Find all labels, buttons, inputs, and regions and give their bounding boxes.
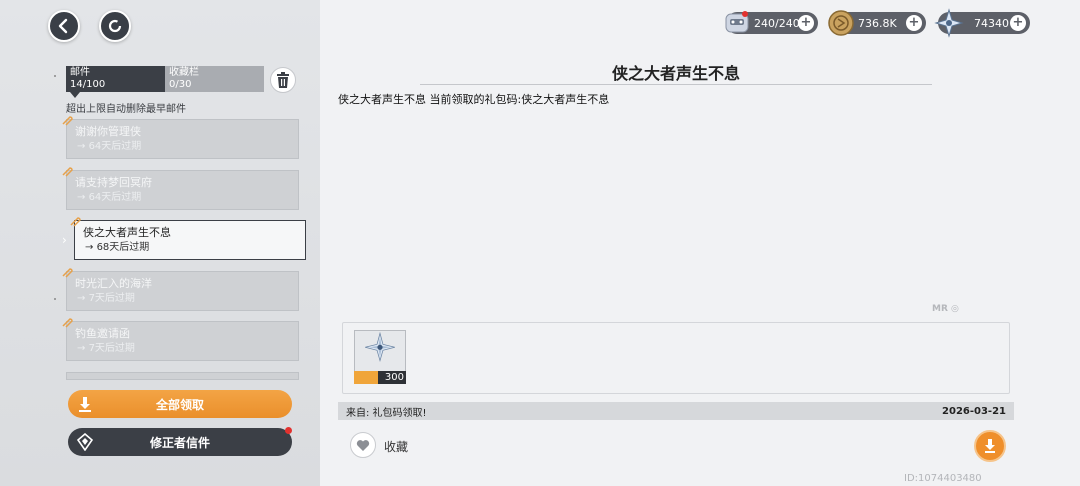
corrector-letter-button[interactable]: 修正者信件 [68, 428, 292, 456]
claim-attachment-button[interactable] [974, 430, 1006, 462]
add-stamina-button[interactable]: + [798, 15, 814, 31]
mail-item-expire: → 7天后过期 [77, 343, 135, 354]
mail-item-expire: → 64天后过期 [77, 141, 142, 152]
coin-value: 736.8K [858, 16, 897, 30]
stamina-notification-dot [742, 11, 748, 17]
favorite-button[interactable] [350, 432, 376, 458]
edge-dot [54, 298, 56, 300]
claim-all-label: 全部领取 [155, 397, 204, 412]
mail-list-item[interactable]: 谢谢你管理侠 → 64天后过期 [62, 116, 299, 159]
auto-delete-note: 超出上限自动删除最早邮件 [66, 104, 186, 115]
refresh-button[interactable] [99, 10, 131, 42]
edge-dot [54, 75, 56, 77]
tab-mail-label: 邮件 [70, 67, 90, 78]
mail-list-item-partial[interactable] [66, 372, 299, 380]
selected-chevron-icon: › [62, 233, 67, 247]
crystal-counter[interactable]: 74340 + [934, 8, 1030, 38]
mail-item-expire: → 64天后过期 [77, 192, 142, 203]
paperclip-icon [62, 318, 73, 328]
mail-list-item-selected[interactable]: 侠之大者声生不息 → 68天后过期 [70, 217, 306, 260]
attachment-count: 300 [378, 371, 406, 384]
refresh-icon [108, 19, 122, 33]
paperclip-icon [70, 217, 81, 227]
title-divider [420, 84, 932, 85]
paperclip-icon [62, 268, 73, 278]
tab-mail[interactable]: 邮件 14/100 [66, 66, 165, 92]
mail-item-title: 钓鱼邀请函 [75, 327, 130, 340]
tab-favorites[interactable]: 收藏栏 0/30 [165, 66, 264, 92]
publisher-logos: MR ◎ [932, 304, 959, 314]
stamina-value: 240/240 [754, 16, 800, 30]
crystal-value: 74340 [974, 16, 1009, 30]
attachment-box [342, 322, 1010, 394]
mail-item-title: 请支持梦回冥府 [75, 176, 152, 189]
paperclip-icon [62, 116, 73, 126]
add-crystal-button[interactable]: + [1010, 15, 1026, 31]
back-arrow-icon [58, 18, 68, 34]
claim-all-button[interactable]: 全部领取 [68, 390, 292, 418]
mail-detail-title: 侠之大者声生不息 [611, 64, 740, 83]
tab-favorites-count: 0/30 [169, 79, 192, 90]
sender-bar: 来自: 礼包码领取! 2026-03-21 [338, 402, 1014, 420]
download-icon [79, 397, 91, 412]
mail-list-item[interactable]: 请支持梦回冥府 → 64天后过期 [62, 167, 299, 210]
tab-favorites-label: 收藏栏 [169, 67, 199, 78]
item-rarity-bar [354, 371, 378, 384]
mail-detail-body: 侠之大者声生不息 当前领取的礼包码:侠之大者声生不息 [338, 93, 610, 106]
tab-pointer [70, 92, 80, 98]
favorite-label: 收藏 [384, 440, 409, 454]
download-icon [985, 439, 995, 453]
mail-item-expire: → 68天后过期 [85, 242, 150, 253]
mail-item-title: 侠之大者声生不息 [83, 226, 171, 239]
mail-item-title: 谢谢你管理侠 [75, 125, 141, 138]
trash-icon [277, 72, 289, 88]
sender-text: 来自: 礼包码领取! [346, 407, 427, 419]
mail-tabs: 邮件 14/100 收藏栏 0/30 [66, 66, 264, 92]
player-id: ID:1074403480 [904, 473, 982, 484]
coin-counter[interactable]: 736.8K + [828, 10, 926, 36]
coin-icon [828, 10, 854, 36]
crystal-item-icon [365, 331, 395, 362]
corrector-letter-label: 修正者信件 [149, 435, 210, 450]
mail-list-item[interactable]: 钓鱼邀请函 → 7天后过期 [62, 318, 299, 361]
heart-icon [356, 439, 370, 451]
add-coin-button[interactable]: + [906, 15, 922, 31]
crystal-icon [934, 8, 964, 38]
emblem-icon [76, 433, 94, 451]
notification-dot [285, 427, 292, 434]
stamina-counter[interactable]: 240/240 + [725, 12, 818, 34]
mail-date: 2026-03-21 [942, 405, 1006, 417]
tab-mail-count: 14/100 [70, 79, 106, 90]
mail-list-item[interactable]: 时光汇入的海洋 → 7天后过期 [62, 268, 299, 311]
paperclip-icon [62, 167, 73, 177]
delete-read-button[interactable] [270, 67, 296, 93]
mail-item-expire: → 7天后过期 [77, 293, 135, 304]
back-button[interactable] [48, 10, 80, 42]
mail-item-title: 时光汇入的海洋 [75, 277, 152, 290]
